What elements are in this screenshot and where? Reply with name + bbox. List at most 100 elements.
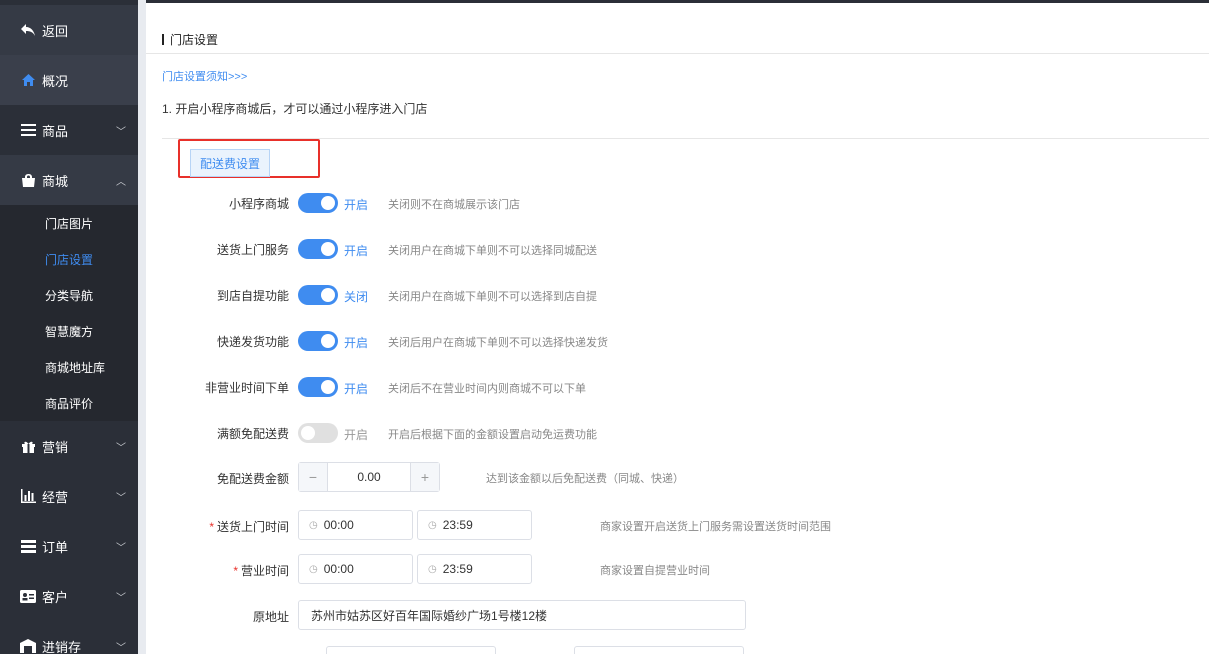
original-address-input[interactable]: 苏州市姑苏区好百年国际婚纱广场1号楼12楼: [298, 600, 746, 630]
setting-row-free-delivery: 满额免配送费 开启 开启后根据下面的金额设置启动免运费功能: [146, 419, 1209, 447]
chevron-up-icon: ︿: [116, 177, 126, 188]
switch-state: 开启: [344, 336, 369, 350]
business-start-time-input[interactable]: ◷ 00:00: [298, 554, 413, 584]
delivery-end-time-input[interactable]: ◷ 23:59: [417, 510, 532, 540]
chevron-down-icon: ﹀: [116, 493, 126, 504]
setting-label: * 营业时间: [233, 562, 289, 579]
switch-knob: [321, 242, 335, 256]
free-delivery-switch[interactable]: [298, 423, 338, 443]
free-amount-stepper: − 0.00 +: [298, 462, 440, 492]
time-value: 00:00: [323, 518, 354, 532]
sidebar-subitem-product-reviews[interactable]: 商品评价: [0, 385, 138, 421]
business-end-time-input[interactable]: ◷ 23:59: [417, 554, 532, 584]
sidebar-subitem-store-settings[interactable]: 门店设置: [0, 241, 138, 277]
notice-text: 1. 开启小程序商城后，才可以通过小程序进入门店: [162, 102, 428, 116]
home-icon: [20, 72, 36, 88]
page-title: 门店设置: [162, 31, 218, 48]
setting-hint: 商家设置开启送货上门服务需设置送货时间范围: [600, 521, 831, 533]
sidebar-item-customers[interactable]: 客户 ﹀: [0, 571, 138, 621]
sidebar-item-mall[interactable]: 商城 ︿: [0, 155, 138, 205]
home-delivery-switch[interactable]: [298, 239, 338, 259]
main-content: 门店设置 门店设置须知>>> 1. 开启小程序商城后，才可以通过小程序进入门店 …: [146, 3, 1209, 654]
sidebar-item-overview[interactable]: 概况: [0, 55, 138, 105]
mini-program-mall-switch[interactable]: [298, 193, 338, 213]
chevron-down-icon: ﹀: [116, 127, 126, 138]
setting-label: 免配送费金额: [216, 472, 289, 486]
sidebar-item-label: 经营: [42, 489, 69, 505]
sidebar-item-operation[interactable]: 经营 ﹀: [0, 471, 138, 521]
off-hours-order-switch[interactable]: [298, 377, 338, 397]
gift-icon: [20, 438, 36, 454]
chevron-down-icon: ﹀: [116, 443, 126, 454]
setting-row-home-delivery: 送货上门服务 开启 关闭用户在商城下单则不可以选择同城配送: [146, 235, 1209, 263]
order-list-icon: [20, 538, 36, 554]
time-value: 23:59: [442, 562, 473, 576]
sidebar-subitem-address-library[interactable]: 商城地址库: [0, 349, 138, 385]
sidebar-subitem-store-images[interactable]: 门店图片: [0, 205, 138, 241]
setting-label: 原地址: [252, 610, 289, 624]
setting-label-text: 营业时间: [240, 564, 289, 578]
sidebar-item-goods[interactable]: 商品 ﹀: [0, 105, 138, 155]
chevron-down-icon: ﹀: [116, 593, 126, 604]
shopping-bag-icon: [20, 172, 36, 188]
page-title-text: 门店设置: [170, 33, 219, 47]
sidebar-item-label: 概况: [42, 73, 69, 89]
sidebar-subitem-smart-cube[interactable]: 智慧魔方: [0, 313, 138, 349]
sidebar-gutter: [138, 0, 146, 654]
setting-row-mini-program-mall: 小程序商城 开启 关闭则不在商城展示该门店: [146, 189, 1209, 217]
switch-knob: [321, 380, 335, 394]
delivery-start-time-input[interactable]: ◷ 00:00: [298, 510, 413, 540]
setting-row-partial: [146, 646, 1209, 654]
setting-row-free-amount: 免配送费金额 − 0.00 + 达到该金额以后免配送费（同城、快递）: [146, 462, 1209, 492]
sidebar-item-back[interactable]: 返回: [0, 5, 138, 55]
sidebar-item-label: 返回: [42, 23, 69, 39]
partial-input[interactable]: [574, 646, 744, 654]
sidebar-item-label: 商城: [42, 173, 69, 189]
sidebar-subitem-label: 商城地址库: [45, 360, 106, 375]
store-pickup-switch[interactable]: [298, 285, 338, 305]
setting-hint: 达到该金额以后免配送费（同城、快递）: [486, 473, 684, 485]
sidebar-subitem-label: 智慧魔方: [45, 324, 94, 339]
setting-hint: 开启后根据下面的金额设置启动免运费功能: [388, 429, 597, 441]
setting-hint: 关闭后用户在商城下单则不可以选择快递发货: [388, 337, 608, 349]
time-value: 00:00: [323, 562, 354, 576]
switch-state: 开启: [344, 198, 369, 212]
free-amount-input[interactable]: 0.00: [327, 463, 411, 491]
chevron-down-icon: ﹀: [116, 643, 126, 654]
header-divider: [146, 53, 1209, 54]
increment-button[interactable]: +: [411, 463, 439, 491]
delivery-fee-settings-tab[interactable]: 配送费设置: [190, 149, 270, 177]
store-settings-notice-link[interactable]: 门店设置须知>>>: [162, 68, 247, 84]
sidebar-subitem-label: 门店设置: [45, 252, 94, 267]
sidebar-item-label: 订单: [42, 539, 69, 555]
switch-state: 开启: [344, 244, 369, 258]
switch-state: 开启: [344, 382, 369, 396]
setting-label: 小程序商城: [228, 197, 289, 211]
partial-input[interactable]: [326, 646, 496, 654]
setting-row-address: 原地址 苏州市姑苏区好百年国际婚纱广场1号楼12楼: [146, 600, 1209, 630]
setting-row-express-shipping: 快递发货功能 开启 关闭后用户在商城下单则不可以选择快递发货: [146, 327, 1209, 355]
setting-hint: 关闭用户在商城下单则不可以选择同城配送: [388, 245, 597, 257]
clock-icon: ◷: [309, 563, 318, 575]
sidebar-item-marketing[interactable]: 营销 ﹀: [0, 421, 138, 471]
sidebar: 返回 概况 商品 ﹀ 商城 ︿ 门店图片 门店设置 分类导航 智慧魔方 商城地址…: [0, 0, 138, 654]
sidebar-item-label: 客户: [42, 589, 69, 605]
title-bar: [162, 34, 164, 45]
chevron-down-icon: ﹀: [116, 543, 126, 554]
time-value: 23:59: [442, 518, 473, 532]
clock-icon: ◷: [428, 519, 437, 531]
sidebar-item-inventory[interactable]: 进销存 ﹀: [0, 621, 138, 654]
sidebar-item-label: 商品: [42, 123, 69, 139]
sidebar-item-label: 进销存: [42, 639, 82, 654]
setting-row-delivery-time: * 送货上门时间 ◷ 00:00 ◷ 23:59 商家设置开启送货上门服务需设置送货时…: [146, 510, 1209, 540]
list-icon: [20, 122, 36, 138]
sidebar-subitem-category-nav[interactable]: 分类导航: [0, 277, 138, 313]
id-card-icon: [20, 588, 36, 604]
switch-knob: [321, 334, 335, 348]
sidebar-item-orders[interactable]: 订单 ﹀: [0, 521, 138, 571]
required-mark: *: [233, 564, 238, 578]
express-shipping-switch[interactable]: [298, 331, 338, 351]
bar-chart-icon: [20, 488, 36, 504]
decrement-button[interactable]: −: [299, 463, 327, 491]
setting-label: 满额免配送费: [216, 427, 289, 441]
